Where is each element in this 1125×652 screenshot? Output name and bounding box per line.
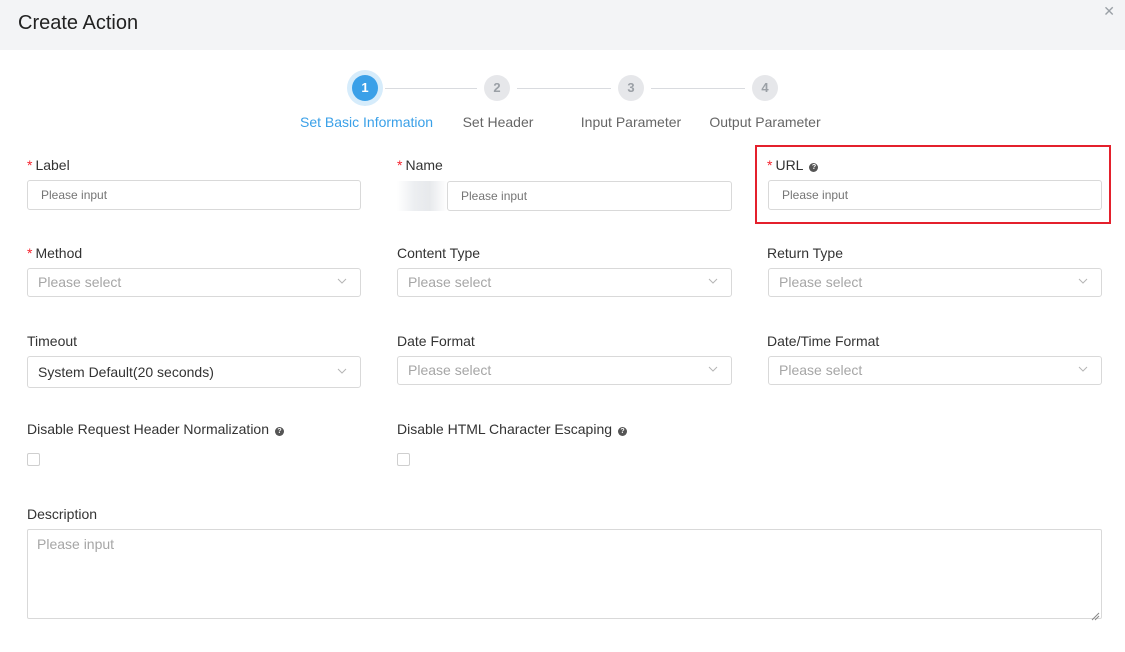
step-1-label[interactable]: Set Basic Information bbox=[300, 114, 433, 130]
description-textarea[interactable]: Please input bbox=[27, 529, 1102, 621]
step-3-circle[interactable]: 3 bbox=[618, 75, 644, 101]
chevron-down-icon bbox=[336, 365, 348, 377]
name-prefix bbox=[397, 181, 447, 211]
resize-handle-icon[interactable] bbox=[1091, 608, 1100, 621]
step-connector bbox=[651, 88, 745, 89]
chevron-down-icon bbox=[1077, 363, 1089, 375]
date-format-placeholder: Please select bbox=[408, 362, 492, 378]
step-4-label[interactable]: Output Parameter bbox=[705, 114, 825, 130]
method-field-label: * Method bbox=[27, 245, 83, 261]
step-connector bbox=[517, 88, 611, 89]
help-icon[interactable]: ? bbox=[618, 427, 628, 436]
content-type-select[interactable]: Please select bbox=[397, 268, 732, 297]
step-3-label[interactable]: Input Parameter bbox=[575, 114, 687, 130]
datetime-format-select[interactable]: Please select bbox=[768, 356, 1102, 385]
chevron-down-icon bbox=[336, 275, 348, 287]
return-type-placeholder: Please select bbox=[779, 274, 863, 290]
url-highlight-box bbox=[755, 145, 1111, 224]
date-format-select[interactable]: Please select bbox=[397, 356, 732, 385]
return-type-select[interactable]: Please select bbox=[768, 268, 1102, 297]
content-type-placeholder: Please select bbox=[408, 274, 492, 290]
method-select[interactable]: Please select bbox=[27, 268, 361, 297]
description-field-label: Description bbox=[27, 506, 98, 522]
disable-html-escaping-label: Disable HTML Character Escaping? bbox=[397, 421, 628, 437]
chevron-down-icon bbox=[1077, 275, 1089, 287]
help-icon[interactable]: ? bbox=[275, 427, 285, 436]
disable-header-normalization-label: Disable Request Header Normalization? bbox=[27, 421, 285, 437]
chevron-down-icon bbox=[707, 275, 719, 287]
name-input[interactable] bbox=[447, 181, 732, 211]
name-field-label: * Name bbox=[397, 157, 443, 173]
close-icon[interactable]: ✕ bbox=[1103, 4, 1115, 18]
datetime-format-field-label: Date/Time Format bbox=[767, 333, 880, 349]
label-field-label: * Label bbox=[27, 157, 70, 173]
chevron-down-icon bbox=[707, 363, 719, 375]
method-select-placeholder: Please select bbox=[38, 274, 122, 290]
datetime-format-placeholder: Please select bbox=[779, 362, 863, 378]
content-type-field-label: Content Type bbox=[397, 245, 481, 261]
timeout-select[interactable]: System Default(20 seconds) bbox=[27, 356, 361, 388]
step-connector bbox=[385, 88, 477, 89]
disable-html-escaping-checkbox[interactable] bbox=[397, 453, 410, 466]
date-format-field-label: Date Format bbox=[397, 333, 475, 349]
timeout-select-value: System Default(20 seconds) bbox=[38, 364, 214, 380]
dialog-header: Create Action ✕ bbox=[0, 0, 1125, 50]
disable-header-normalization-checkbox[interactable] bbox=[27, 453, 40, 466]
dialog-title: Create Action bbox=[18, 12, 139, 34]
return-type-field-label: Return Type bbox=[767, 245, 844, 261]
timeout-field-label: Timeout bbox=[27, 333, 78, 349]
step-2-circle[interactable]: 2 bbox=[484, 75, 510, 101]
step-2-label[interactable]: Set Header bbox=[447, 114, 549, 130]
label-input[interactable] bbox=[27, 180, 361, 210]
description-placeholder: Please input bbox=[37, 536, 115, 552]
step-4-circle[interactable]: 4 bbox=[752, 75, 778, 101]
step-1-circle[interactable]: 1 bbox=[352, 75, 378, 101]
